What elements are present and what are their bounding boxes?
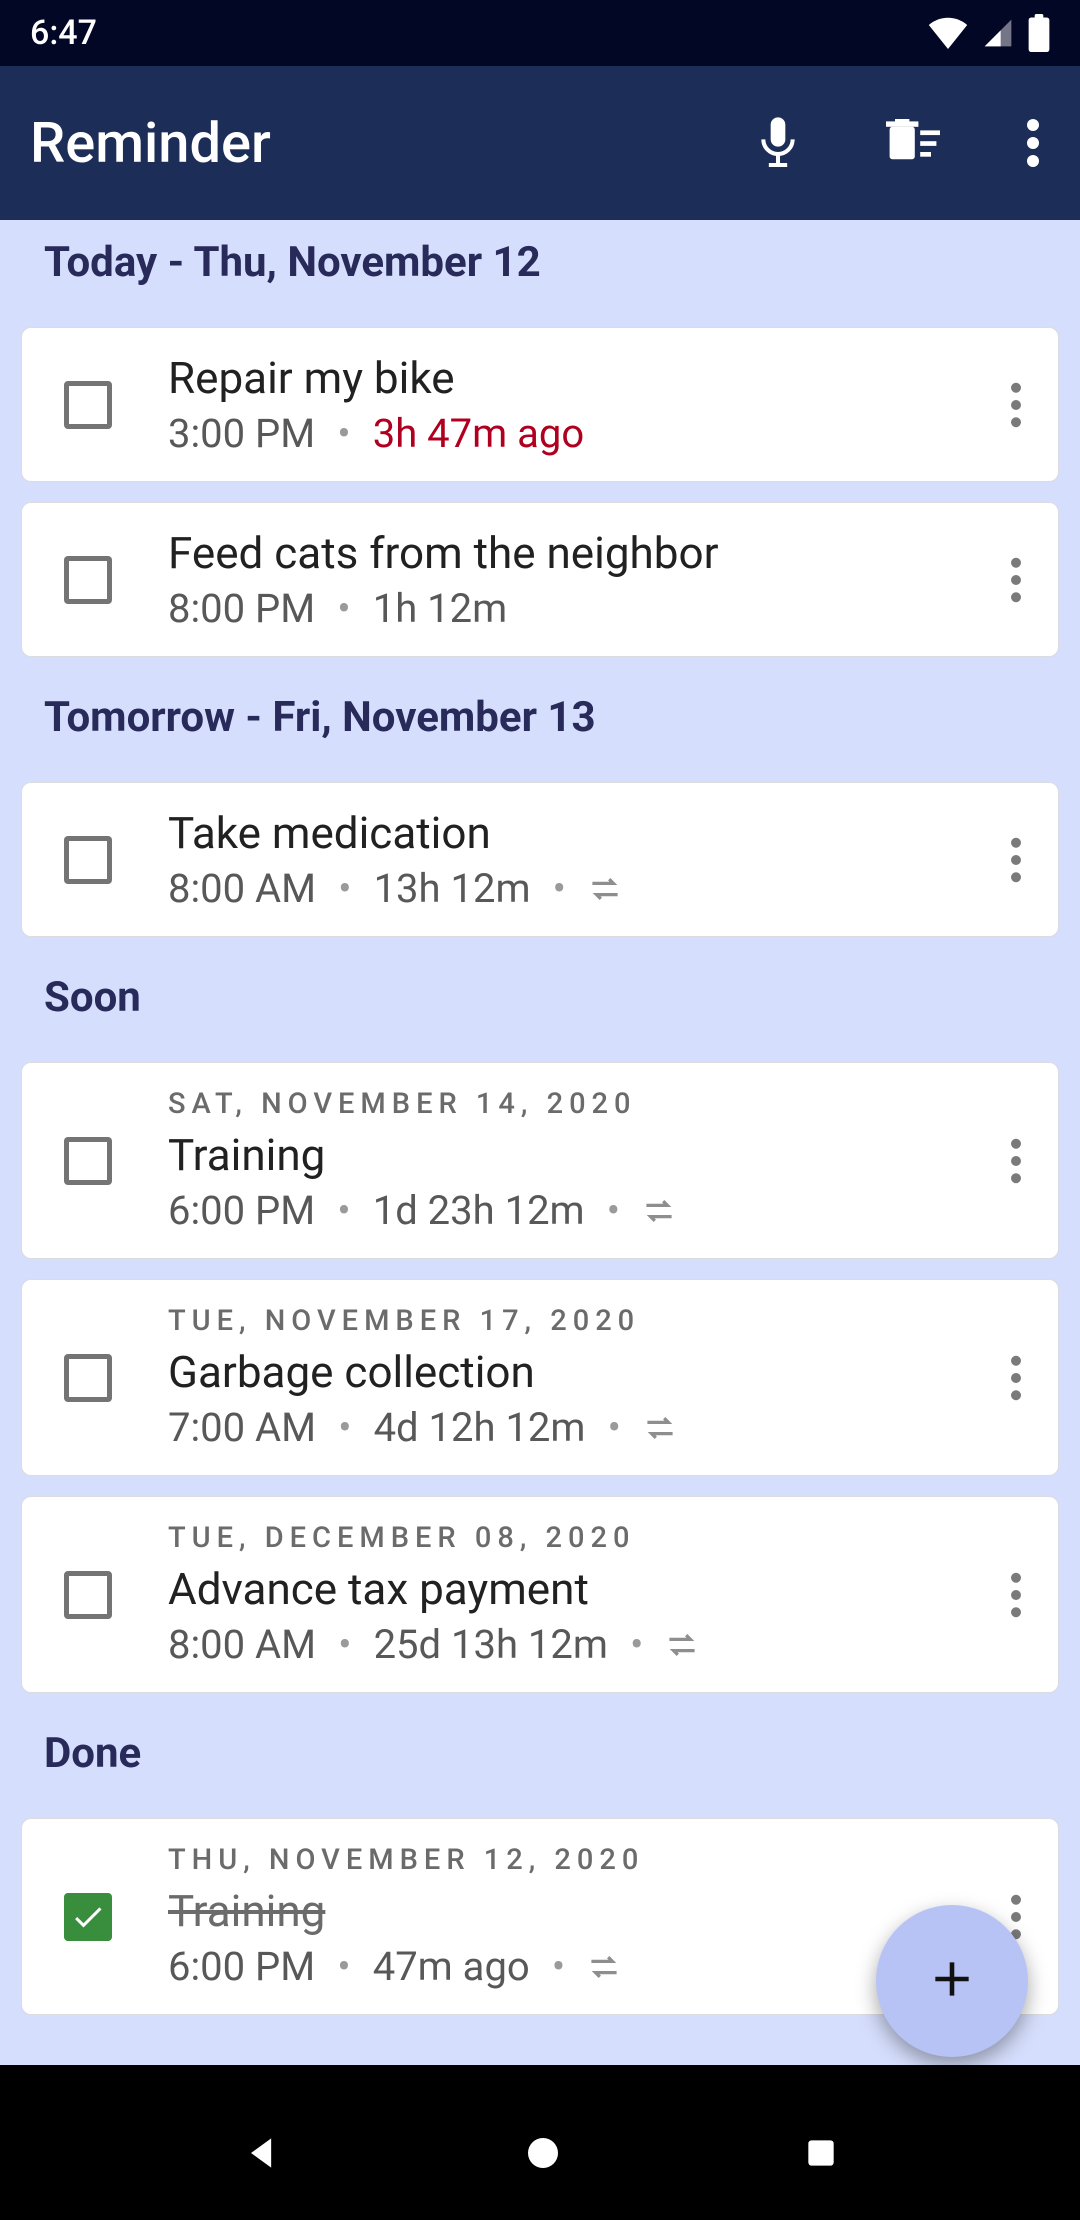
card-relative-time: 1h 12m — [373, 585, 507, 632]
status-time: 6:47 — [30, 13, 97, 53]
card-body: THU, NOVEMBER 12, 2020 Training 6:00 PM … — [168, 1843, 984, 1990]
card-title: Take medication — [168, 807, 984, 859]
section-header-today: Today - Thu, November 12 — [0, 220, 1080, 305]
fab-add[interactable] — [876, 1905, 1028, 2057]
card-relative-time: 25d 13h 12m — [374, 1621, 608, 1668]
app-title: Reminder — [30, 110, 756, 176]
card-subtitle: 6:00 PM • 47m ago • — [168, 1943, 984, 1990]
reminder-card[interactable]: Feed cats from the neighbor 8:00 PM • 1h… — [21, 502, 1059, 657]
card-subtitle: 8:00 AM • 13h 12m • — [168, 865, 984, 912]
section-header-tomorrow: Tomorrow - Fri, November 13 — [0, 675, 1080, 760]
battery-icon — [1028, 14, 1050, 52]
repeat-icon — [587, 1953, 621, 1981]
card-time: 8:00 PM — [168, 585, 315, 632]
card-title: Training — [168, 1885, 984, 1937]
card-title: Training — [168, 1129, 984, 1181]
separator-dot: • — [337, 1187, 351, 1234]
card-subtitle: 7:00 AM • 4d 12h 12m • — [168, 1404, 984, 1451]
status-icons — [928, 14, 1050, 52]
card-body: SAT, NOVEMBER 14, 2020 Training 6:00 PM … — [168, 1087, 984, 1234]
card-time: 7:00 AM — [168, 1404, 316, 1451]
card-date: TUE, NOVEMBER 17, 2020 — [168, 1304, 984, 1338]
plus-icon — [927, 1954, 977, 2008]
card-date: THU, NOVEMBER 12, 2020 — [168, 1843, 984, 1877]
separator-dot: • — [338, 1621, 352, 1668]
card-body: TUE, DECEMBER 08, 2020 Advance tax payme… — [168, 1521, 984, 1668]
card-time: 8:00 AM — [168, 1621, 316, 1668]
checkbox[interactable] — [64, 556, 112, 604]
card-date: TUE, DECEMBER 08, 2020 — [168, 1521, 984, 1555]
app-bar: Reminder — [0, 66, 1080, 220]
content-scroll[interactable]: Today - Thu, November 12 Repair my bike … — [0, 220, 1080, 2085]
more-vert-icon[interactable] — [1026, 119, 1040, 167]
card-relative-time: 13h 12m — [374, 865, 531, 912]
card-more-icon[interactable] — [994, 365, 1038, 445]
card-time: 3:00 PM — [168, 410, 315, 457]
cell-signal-icon — [982, 17, 1014, 49]
card-relative-time: 4d 12h 12m — [374, 1404, 586, 1451]
card-title: Advance tax payment — [168, 1563, 984, 1615]
card-more-icon[interactable] — [994, 540, 1038, 620]
mic-icon[interactable] — [756, 115, 800, 171]
checkbox[interactable] — [64, 1354, 112, 1402]
repeat-icon — [642, 1197, 676, 1225]
reminder-card[interactable]: TUE, DECEMBER 08, 2020 Advance tax payme… — [21, 1496, 1059, 1693]
card-more-icon[interactable] — [994, 1121, 1038, 1201]
wifi-icon — [928, 17, 968, 49]
android-nav-bar — [0, 2085, 1080, 2220]
card-time: 6:00 PM — [168, 1943, 315, 1990]
bottom-strip — [0, 2065, 1080, 2085]
reminder-card[interactable]: Repair my bike 3:00 PM • 3h 47m ago — [21, 327, 1059, 482]
card-more-icon[interactable] — [994, 1338, 1038, 1418]
separator-dot: • — [630, 1621, 644, 1668]
trash-list-icon[interactable] — [886, 119, 940, 167]
separator-dot: • — [337, 410, 351, 457]
card-time: 8:00 AM — [168, 865, 316, 912]
repeat-icon — [643, 1414, 677, 1442]
separator-dot: • — [552, 1943, 566, 1990]
reminder-card[interactable]: SAT, NOVEMBER 14, 2020 Training 6:00 PM … — [21, 1062, 1059, 1259]
repeat-icon — [588, 875, 622, 903]
nav-back-icon[interactable] — [240, 2131, 284, 2175]
reminder-card[interactable]: Take medication 8:00 AM • 13h 12m • — [21, 782, 1059, 937]
card-title: Garbage collection — [168, 1346, 984, 1398]
separator-dot: • — [553, 865, 567, 912]
card-subtitle: 3:00 PM • 3h 47m ago — [168, 410, 984, 457]
card-more-icon[interactable] — [994, 1555, 1038, 1635]
separator-dot: • — [608, 1404, 622, 1451]
card-relative-time: 3h 47m ago — [373, 410, 584, 457]
checkbox[interactable] — [64, 1137, 112, 1185]
card-body: Feed cats from the neighbor 8:00 PM • 1h… — [168, 527, 984, 632]
card-relative-time: 1d 23h 12m — [373, 1187, 585, 1234]
card-subtitle: 8:00 PM • 1h 12m — [168, 585, 984, 632]
card-title: Feed cats from the neighbor — [168, 527, 984, 579]
separator-dot: • — [338, 1404, 352, 1451]
checkbox-checked[interactable] — [64, 1893, 112, 1941]
card-subtitle: 8:00 AM • 25d 13h 12m • — [168, 1621, 984, 1668]
card-time: 6:00 PM — [168, 1187, 315, 1234]
card-relative-time: 47m ago — [373, 1943, 530, 1990]
separator-dot: • — [607, 1187, 621, 1234]
section-header-done: Done — [0, 1711, 1080, 1796]
reminder-card[interactable]: TUE, NOVEMBER 17, 2020 Garbage collectio… — [21, 1279, 1059, 1476]
checkbox[interactable] — [64, 836, 112, 884]
card-body: TUE, NOVEMBER 17, 2020 Garbage collectio… — [168, 1304, 984, 1451]
nav-home-icon[interactable] — [523, 2133, 563, 2173]
card-body: Take medication 8:00 AM • 13h 12m • — [168, 807, 984, 912]
card-more-icon[interactable] — [994, 820, 1038, 900]
checkbox[interactable] — [64, 1571, 112, 1619]
card-date: SAT, NOVEMBER 14, 2020 — [168, 1087, 984, 1121]
separator-dot: • — [338, 865, 352, 912]
section-header-soon: Soon — [0, 955, 1080, 1040]
card-subtitle: 6:00 PM • 1d 23h 12m • — [168, 1187, 984, 1234]
status-bar: 6:47 — [0, 0, 1080, 66]
card-title: Repair my bike — [168, 352, 984, 404]
repeat-icon — [665, 1631, 699, 1659]
separator-dot: • — [337, 1943, 351, 1990]
checkbox[interactable] — [64, 381, 112, 429]
nav-recents-icon[interactable] — [802, 2134, 840, 2172]
card-body: Repair my bike 3:00 PM • 3h 47m ago — [168, 352, 984, 457]
separator-dot: • — [337, 585, 351, 632]
app-bar-actions — [756, 115, 1050, 171]
